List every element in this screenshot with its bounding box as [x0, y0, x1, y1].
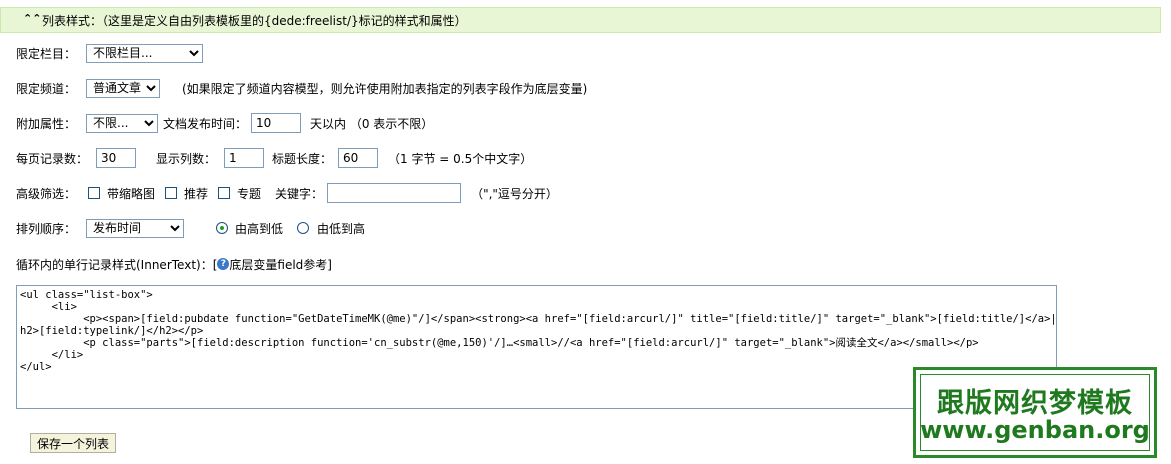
help-icon[interactable]: ?	[217, 258, 230, 270]
keyword-label: 关键字：	[275, 186, 324, 201]
per-page-input[interactable]	[96, 148, 136, 168]
channel-row: 限定频道： 普通文章 (如果限定了频道内容模型，则允许使用附加表指定的列表字段作…	[16, 77, 587, 99]
cols-input[interactable]	[224, 148, 265, 168]
keyword-note: （","逗号分开）	[471, 186, 558, 201]
thumb-checkbox[interactable]	[88, 187, 100, 199]
innertext-textarea[interactable]: <ul class="list-box"> <li> <p><span>[fie…	[16, 285, 1057, 409]
channel-note: (如果限定了频道内容模型，则允许使用附加表指定的列表字段作为底层变量)	[182, 81, 588, 96]
watermark-url: www.genban.org	[920, 416, 1150, 444]
column-label: 限定栏目：	[16, 46, 77, 61]
sort-select[interactable]: 发布时间	[86, 218, 184, 238]
channel-label: 限定频道：	[16, 81, 77, 96]
save-list-button[interactable]: 保存一个列表	[30, 433, 117, 453]
recommend-checkbox[interactable]	[165, 187, 178, 199]
sort-row: 排列顺序： 发布时间 由高到低 由低到高	[16, 217, 365, 239]
innertext-row: 循环内的单行记录样式(InnerText)：[ ? 底层变量field参考]	[16, 253, 332, 275]
sort-label: 排列顺序：	[16, 221, 77, 236]
recommend-label: 推荐	[184, 186, 209, 201]
double-chevron-up-icon[interactable]: ⌃⌃	[23, 12, 41, 25]
sort-asc-label: 由低到高	[317, 221, 366, 236]
title-len-input[interactable]	[338, 148, 379, 168]
thumb-label: 带缩略图	[107, 186, 156, 201]
sort-desc-radio[interactable]	[216, 222, 228, 234]
pubtime-suffix: 天以内 （0 表示不限）	[310, 116, 434, 131]
title-len-label: 标题长度：	[272, 151, 333, 166]
filter-label: 高级筛选：	[16, 186, 77, 201]
special-checkbox[interactable]	[218, 187, 231, 199]
innertext-label: 循环内的单行记录样式(InnerText)：[	[16, 257, 218, 272]
attr-row: 附加属性： 不限... 文档发布时间： 天以内 （0 表示不限）	[16, 112, 433, 134]
watermark: 跟版网织梦模板 www.genban.org	[913, 367, 1157, 458]
sort-desc-label: 由高到低	[235, 221, 284, 236]
attr-select[interactable]: 不限...	[86, 113, 158, 133]
cols-label: 显示列数：	[156, 151, 217, 166]
watermark-cn: 跟版网织梦模板	[937, 388, 1133, 419]
column-row: 限定栏目： 不限栏目...	[16, 42, 203, 64]
pubtime-label: 文档发布时间：	[163, 116, 248, 131]
filter-row: 高级筛选： 带缩略图 推荐 专题 关键字： （","逗号分开）	[16, 182, 558, 204]
section-header: ⌃⌃ 列表样式：（这里是定义自由列表模板里的{dede:freelist/}标记…	[0, 7, 1161, 33]
pubtime-input[interactable]	[251, 113, 302, 133]
field-reference-link[interactable]: 底层变量field参考]	[229, 256, 332, 273]
special-label: 专题	[237, 186, 262, 201]
per-page-label: 每页记录数：	[16, 151, 89, 166]
keyword-input[interactable]	[327, 183, 462, 203]
paging-row: 每页记录数： 显示列数： 标题长度： （1 字节 = 0.5个中文字）	[16, 147, 532, 169]
title-len-note: （1 字节 = 0.5个中文字）	[388, 151, 533, 166]
sort-asc-radio[interactable]	[297, 222, 310, 234]
channel-select[interactable]: 普通文章	[86, 78, 160, 98]
column-select[interactable]: 不限栏目...	[86, 43, 203, 63]
section-title: 列表样式：（这里是定义自由列表模板里的{dede:freelist/}标记的样式…	[42, 14, 467, 28]
attr-label: 附加属性：	[16, 116, 77, 131]
